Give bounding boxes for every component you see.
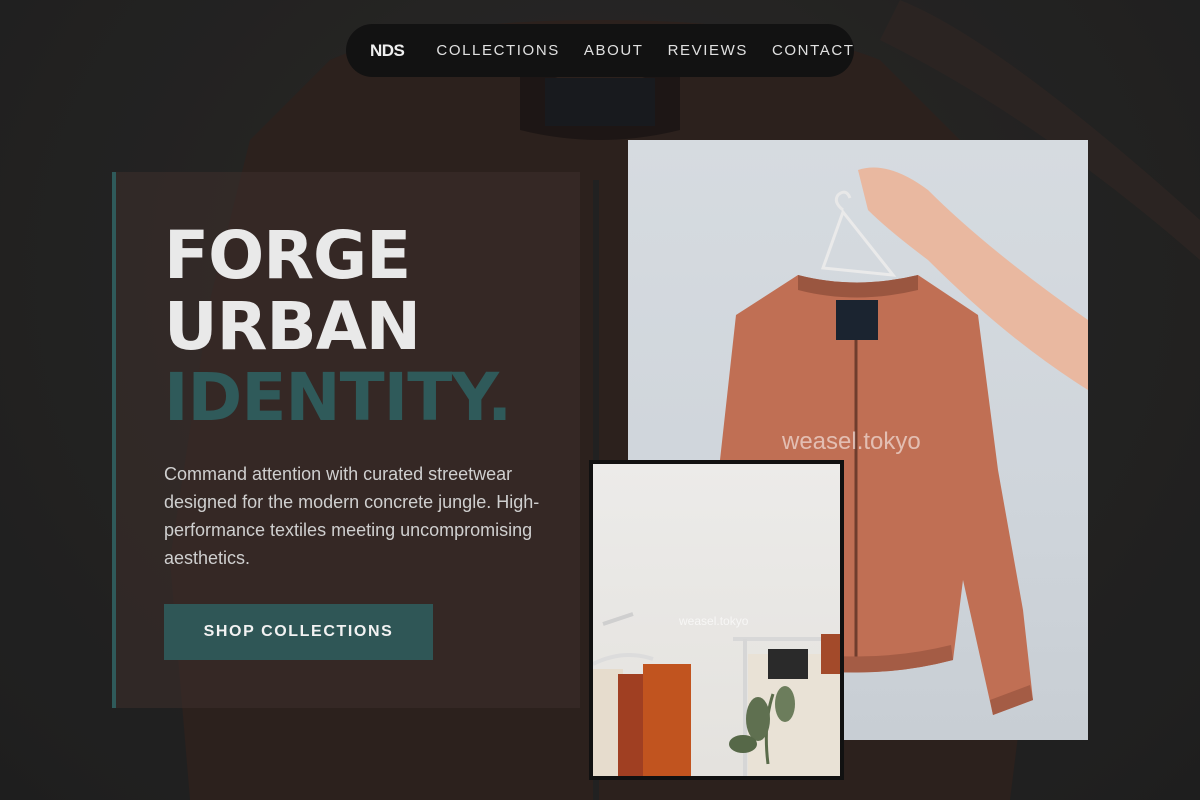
headline-line-2: URBAN — [164, 288, 421, 365]
brand-logo[interactable]: NDS — [370, 41, 405, 61]
top-nav: NDS COLLECTIONS ABOUT REVIEWS CONTACT — [346, 24, 854, 77]
nav-links: COLLECTIONS ABOUT REVIEWS CONTACT — [436, 42, 854, 59]
shop-collections-button[interactable]: SHOP COLLECTIONS — [164, 604, 433, 660]
headline-line-1: FORGE — [164, 217, 411, 294]
secondary-image-watermark: weasel.tokyo — [679, 614, 749, 628]
main-image-watermark: weasel.tokyo — [782, 428, 921, 455]
nav-link-about[interactable]: ABOUT — [584, 42, 644, 59]
hero-headline: FORGE URBAN IDENTITY. — [164, 217, 512, 436]
clothing-rack-image: weasel.tokyo — [589, 460, 844, 780]
hero-description: Command attention with curated streetwea… — [164, 464, 540, 568]
nav-link-contact[interactable]: CONTACT — [772, 42, 855, 59]
nav-link-collections[interactable]: COLLECTIONS — [436, 42, 559, 59]
hero-card: FORGE URBAN IDENTITY. Command attention … — [112, 172, 580, 708]
nav-link-reviews[interactable]: REVIEWS — [668, 42, 748, 59]
headline-line-3: IDENTITY. — [164, 359, 512, 436]
